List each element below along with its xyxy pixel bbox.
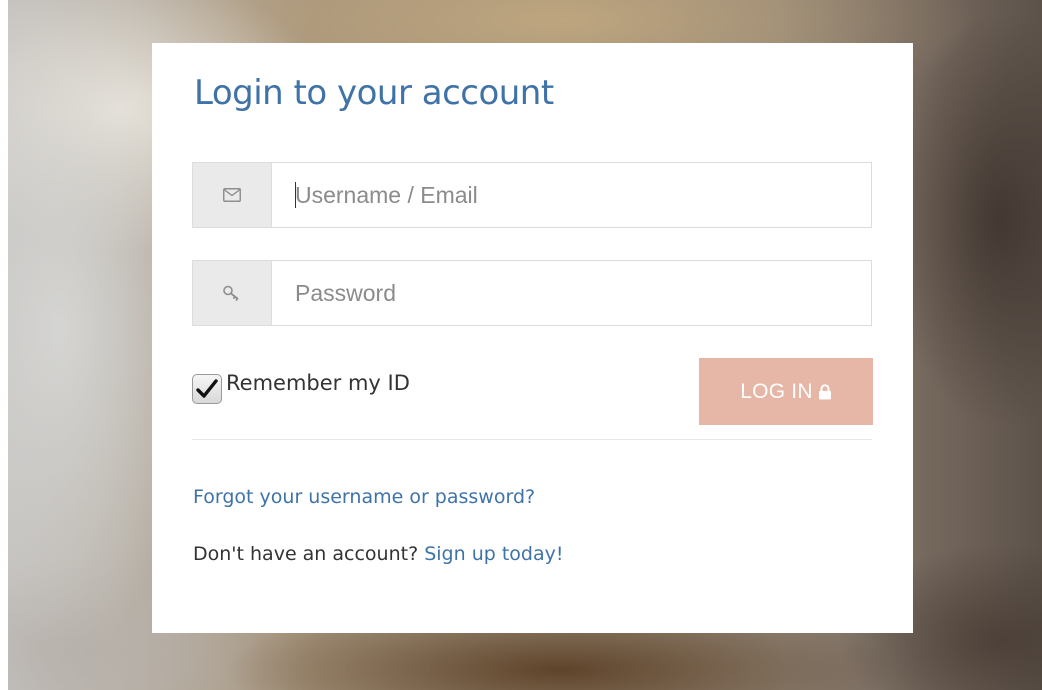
password-input[interactable] [272,261,871,325]
left-edge-strip [0,0,8,690]
text-cursor [295,182,296,208]
remember-label: Remember my ID [226,371,410,395]
login-button-label: LOG IN [740,379,813,403]
forgot-credentials-link[interactable]: Forgot your username or password? [193,486,535,508]
envelope-icon [193,163,272,227]
signup-line: Don't have an account? Sign up today! [193,543,563,565]
signup-link[interactable]: Sign up today! [424,543,563,565]
remember-id-toggle[interactable]: Remember my ID [192,369,410,404]
login-card: Login to your account Rememb [152,43,913,633]
username-input[interactable] [272,163,871,227]
page-title: Login to your account [194,73,554,113]
key-icon [193,261,272,325]
lock-icon [818,383,831,399]
divider [192,439,872,440]
username-field-group [192,162,872,228]
password-field-group [192,260,872,326]
remember-checkbox[interactable] [192,374,222,404]
checkmark-icon [196,379,218,398]
signup-prompt: Don't have an account? [193,543,419,565]
login-button[interactable]: LOG IN [699,358,873,425]
